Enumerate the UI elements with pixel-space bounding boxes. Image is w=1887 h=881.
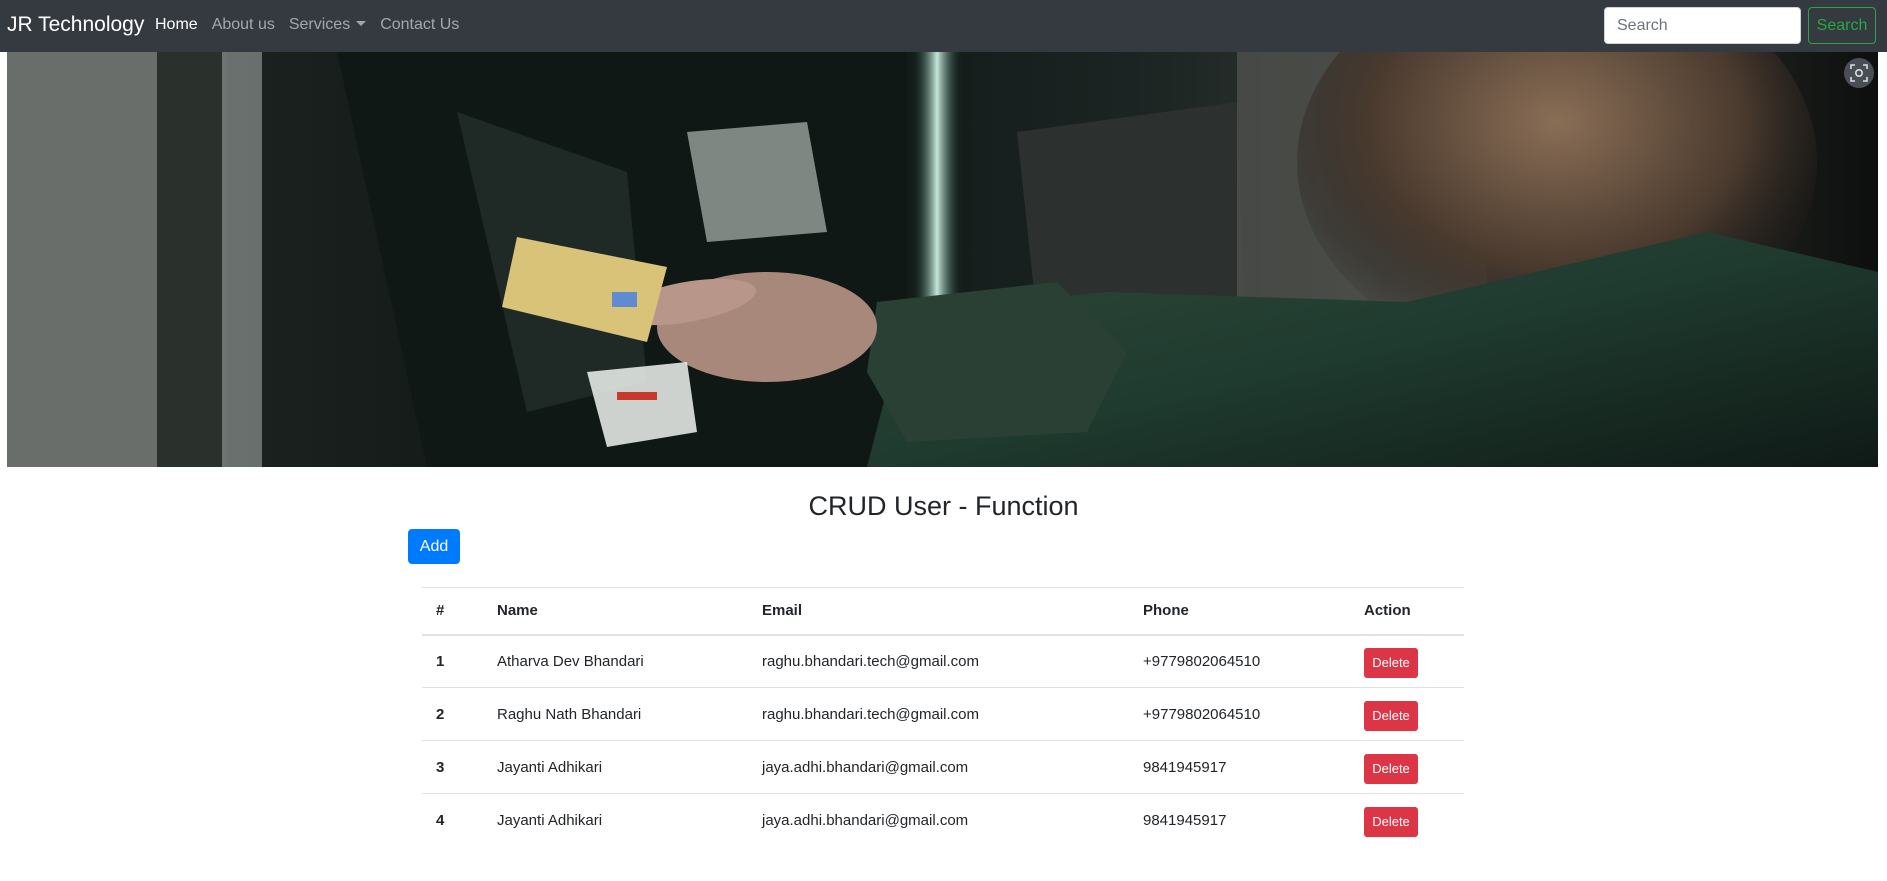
- row-action: Delete: [1350, 740, 1464, 794]
- table-row: 3 Jayanti Adhikari jaya.adhi.bhandari@gm…: [422, 740, 1464, 794]
- delete-button[interactable]: Delete: [1364, 806, 1418, 837]
- nav-item-services[interactable]: Services: [282, 14, 373, 36]
- delete-button[interactable]: Delete: [1364, 647, 1418, 678]
- row-name: Atharva Dev Bhandari: [483, 634, 748, 688]
- page-title: CRUD User - Function: [808, 491, 1079, 521]
- search-button[interactable]: Search: [1808, 7, 1876, 44]
- row-phone: +9779802064510: [1129, 634, 1350, 688]
- column-header-index: #: [422, 587, 483, 636]
- row-name: Jayanti Adhikari: [483, 740, 748, 794]
- row-index: 1: [422, 634, 483, 688]
- row-index: 4: [436, 811, 445, 829]
- row-action: Delete: [1350, 634, 1464, 688]
- nav-item-home[interactable]: Home: [148, 14, 205, 36]
- row-phone: 9841945917: [1129, 740, 1350, 794]
- row-email: raghu.bhandari.tech@gmail.com: [748, 634, 1129, 688]
- delete-button[interactable]: Delete: [1364, 700, 1418, 731]
- navbar: JR Technology Home About us Services Con…: [0, 0, 1887, 52]
- row-name: Jayanti Adhikari: [497, 811, 603, 829]
- column-header-phone: Phone: [1129, 587, 1350, 636]
- search-input[interactable]: [1604, 7, 1801, 44]
- row-email: jaya.adhi.bhandari@gmail.com: [762, 811, 969, 829]
- row-phone: +9779802064510: [1129, 687, 1350, 741]
- nav-item-contact-us[interactable]: Contact Us: [373, 14, 466, 36]
- nav-links: Home About us Services Contact Us: [148, 14, 466, 36]
- hero-atm-illustration: [7, 52, 1878, 467]
- lens-icon[interactable]: [1844, 58, 1874, 88]
- nav-item-services-label: Services: [288, 16, 351, 33]
- column-header-email: Email: [748, 587, 1129, 636]
- column-header-name: Name: [483, 587, 748, 636]
- row-phone: 9841945917: [1143, 811, 1227, 829]
- camera-scan-icon: [1850, 64, 1868, 82]
- row-action: Delete: [1350, 794, 1464, 847]
- row-email: jaya.adhi.bhandari@gmail.com: [748, 740, 1129, 794]
- row-action: Delete: [1350, 687, 1464, 741]
- table-row: 2 Raghu Nath Bhandari raghu.bhandari.tec…: [422, 687, 1464, 741]
- table-row: 1 Atharva Dev Bhandari raghu.bhandari.te…: [422, 634, 1464, 688]
- add-button[interactable]: Add: [408, 529, 460, 564]
- table-row: 4 Jayanti Adhikari jaya.adhi.bhandari@gm…: [422, 794, 1464, 847]
- row-index: 3: [422, 740, 483, 794]
- row-name: Raghu Nath Bhandari: [483, 687, 748, 741]
- chevron-down-icon: [356, 21, 367, 26]
- delete-button[interactable]: Delete: [1364, 753, 1418, 784]
- users-table: # Name Email Phone Action 1 Atharva Dev …: [422, 587, 1464, 847]
- table-header-row: # Name Email Phone Action: [422, 587, 1464, 636]
- brand-logo[interactable]: JR Technology: [7, 12, 144, 38]
- row-email: raghu.bhandari.tech@gmail.com: [748, 687, 1129, 741]
- nav-item-about-us[interactable]: About us: [205, 14, 282, 36]
- column-header-action: Action: [1350, 587, 1464, 636]
- hero-image: [7, 52, 1878, 467]
- row-index: 2: [422, 687, 483, 741]
